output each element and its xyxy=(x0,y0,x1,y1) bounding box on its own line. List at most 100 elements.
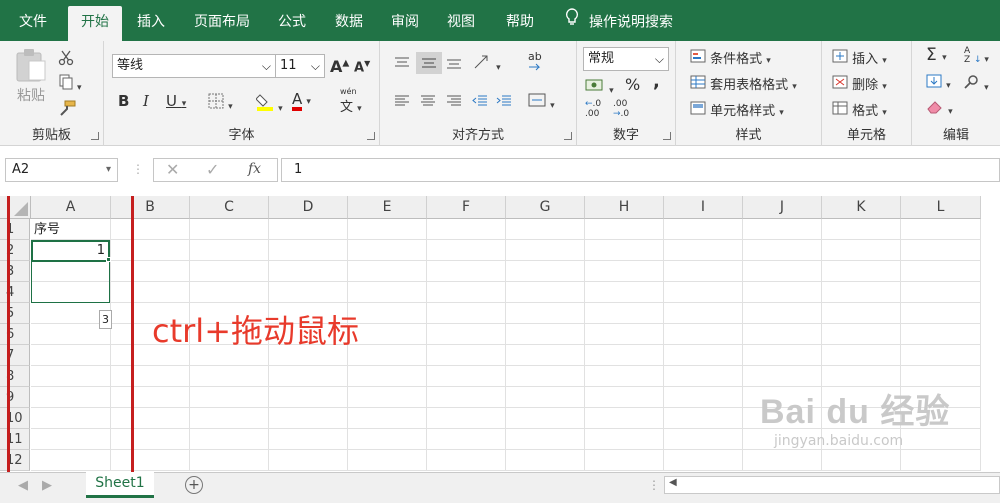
scroll-left-icon[interactable]: ◀ xyxy=(18,478,28,493)
column-header-h[interactable]: H xyxy=(585,196,664,219)
name-box[interactable]: A2 ▾ xyxy=(5,158,118,182)
grid-cell[interactable] xyxy=(348,240,427,261)
grid-cell[interactable] xyxy=(743,282,822,303)
grid-cell[interactable] xyxy=(269,408,348,429)
align-right-icon[interactable] xyxy=(446,94,462,112)
grid-cell[interactable] xyxy=(664,324,743,345)
grid-cell[interactable] xyxy=(427,429,506,450)
grid-cell[interactable] xyxy=(348,366,427,387)
column-header-e[interactable]: E xyxy=(348,196,427,219)
grid-cell[interactable] xyxy=(664,408,743,429)
grid-cell[interactable] xyxy=(427,282,506,303)
grid-cell[interactable] xyxy=(901,282,981,303)
grid-cell[interactable] xyxy=(506,345,585,366)
grid-cell[interactable] xyxy=(664,261,743,282)
autosum-button[interactable]: Σ ▾ xyxy=(926,45,947,65)
tab-splitter-icon[interactable]: ⋮ xyxy=(648,478,660,492)
find-select-icon[interactable]: ▾ xyxy=(964,74,989,94)
number-launcher-icon[interactable] xyxy=(663,132,671,140)
cancel-icon[interactable]: ✕ xyxy=(166,160,179,179)
grid-cell[interactable] xyxy=(664,429,743,450)
grid-cell[interactable] xyxy=(901,219,981,240)
grid-cell[interactable] xyxy=(822,345,901,366)
grid-cell[interactable] xyxy=(664,240,743,261)
sheet-tab-sheet1[interactable]: Sheet1 xyxy=(86,472,154,498)
comma-style-button[interactable]: , xyxy=(653,71,660,92)
grid-cell[interactable] xyxy=(427,345,506,366)
grid-cell[interactable] xyxy=(901,303,981,324)
grid-cell[interactable] xyxy=(348,450,427,471)
grid-cell[interactable] xyxy=(348,408,427,429)
decrease-indent-icon[interactable] xyxy=(472,94,488,112)
align-center-icon[interactable] xyxy=(420,94,436,112)
number-format-select[interactable]: 常规 ⌵ xyxy=(583,47,669,71)
grid-cell[interactable] xyxy=(585,366,664,387)
grid-cell[interactable] xyxy=(348,387,427,408)
grid-cell[interactable] xyxy=(743,324,822,345)
grid-cell[interactable] xyxy=(506,282,585,303)
grid-cell[interactable] xyxy=(585,345,664,366)
cut-icon[interactable] xyxy=(58,50,74,70)
italic-button[interactable]: I xyxy=(143,92,149,110)
grid-cell[interactable] xyxy=(901,261,981,282)
align-left-icon[interactable] xyxy=(394,94,410,112)
column-header-i[interactable]: I xyxy=(664,196,743,219)
grid-cell[interactable] xyxy=(269,450,348,471)
grid-cell[interactable] xyxy=(348,261,427,282)
worksheet-grid[interactable]: ABCDEFGHIJKL 1 2 3 4 5 6 7 8 9 10 11 12 序号 1 3 ctrl… xyxy=(0,196,1000,472)
clipboard-launcher-icon[interactable] xyxy=(91,132,99,140)
tab-insert[interactable]: 插入 xyxy=(128,6,174,41)
grid-cell[interactable] xyxy=(427,219,506,240)
cell-styles-button[interactable]: 单元格样式 ▾ xyxy=(690,100,784,119)
grid-cell[interactable] xyxy=(822,303,901,324)
grid-cell[interactable] xyxy=(822,282,901,303)
tab-review[interactable]: 审阅 xyxy=(382,6,428,41)
grow-font-button[interactable]: A▲ xyxy=(330,57,349,76)
shrink-font-button[interactable]: A▼ xyxy=(354,59,370,75)
grid-cell[interactable] xyxy=(269,387,348,408)
column-header-k[interactable]: K xyxy=(822,196,901,219)
column-header-j[interactable]: J xyxy=(743,196,822,219)
tab-help[interactable]: 帮助 xyxy=(494,6,546,41)
font-launcher-icon[interactable] xyxy=(367,132,375,140)
grid-cell[interactable] xyxy=(269,282,348,303)
grid-cell[interactable] xyxy=(585,324,664,345)
grid-cell[interactable] xyxy=(427,303,506,324)
grid-cell[interactable] xyxy=(743,219,822,240)
column-header-l[interactable]: L xyxy=(901,196,981,219)
grid-cell[interactable] xyxy=(901,450,981,471)
grid-cell[interactable] xyxy=(585,261,664,282)
column-header-c[interactable]: C xyxy=(190,196,269,219)
scroll-right-icon[interactable]: ▶ xyxy=(42,478,52,493)
column-header-g[interactable]: G xyxy=(506,196,585,219)
format-cells-button[interactable]: 格式 ▾ xyxy=(832,100,887,119)
grid-cell[interactable] xyxy=(427,450,506,471)
grid-cell[interactable] xyxy=(506,240,585,261)
tab-view[interactable]: 视图 xyxy=(438,6,484,41)
scroll-left-arrow-icon[interactable]: ◀ xyxy=(669,477,677,488)
grid-cell[interactable] xyxy=(664,219,743,240)
grid-cell[interactable] xyxy=(664,303,743,324)
grid-cell[interactable] xyxy=(269,219,348,240)
tab-file[interactable]: 文件 xyxy=(8,6,58,41)
align-top-icon[interactable] xyxy=(394,56,410,74)
insert-cells-button[interactable]: 插入 ▾ xyxy=(832,48,887,67)
grid-cell[interactable] xyxy=(743,450,822,471)
grid-cell[interactable] xyxy=(822,450,901,471)
grid-cell[interactable] xyxy=(506,219,585,240)
align-middle-icon[interactable] xyxy=(416,52,442,74)
align-bottom-icon[interactable] xyxy=(446,56,462,74)
tab-home[interactable]: 开始 xyxy=(68,6,122,41)
grid-cell[interactable] xyxy=(822,324,901,345)
tab-page-layout[interactable]: 页面布局 xyxy=(184,6,260,41)
grid-cell[interactable] xyxy=(269,429,348,450)
grid-cell[interactable] xyxy=(427,387,506,408)
format-as-table-button[interactable]: 套用表格格式 ▾ xyxy=(690,74,797,93)
grid-cell[interactable] xyxy=(190,219,269,240)
copy-icon[interactable]: ▾ xyxy=(58,74,82,94)
font-size-select[interactable]: 11 ⌵ xyxy=(275,54,325,78)
horizontal-scrollbar[interactable]: ◀ xyxy=(664,476,1000,494)
formula-input[interactable]: 1 xyxy=(281,158,1000,182)
phonetic-button[interactable]: wén 文 ▾ xyxy=(340,88,362,116)
accounting-format-icon[interactable]: ▾ xyxy=(585,77,614,97)
